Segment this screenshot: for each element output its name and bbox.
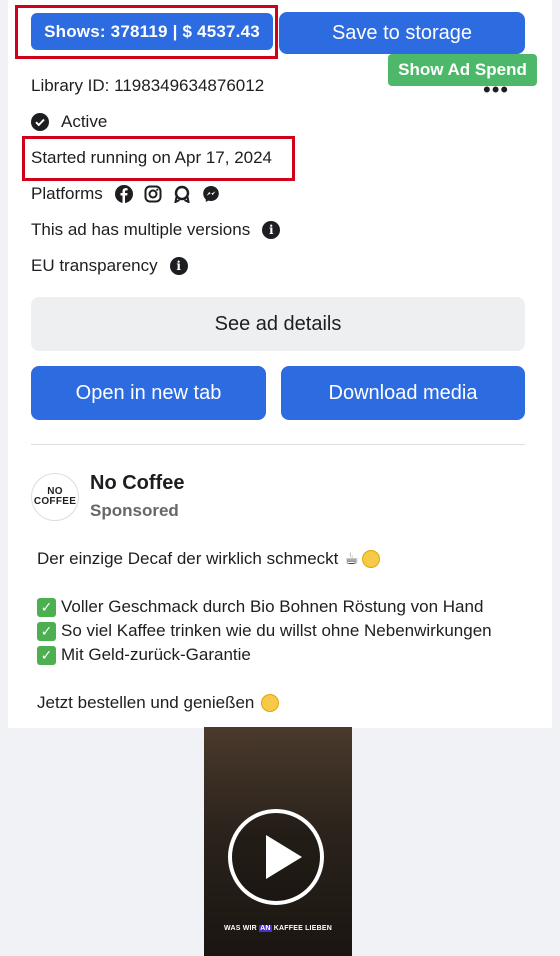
download-media-button[interactable]: Download media [281, 366, 525, 420]
versions-info-icon[interactable]: i [262, 221, 281, 239]
sponsored-label: Sponsored [90, 501, 179, 520]
check-mark-icon: ✓ [37, 597, 56, 617]
advertiser-name[interactable]: No Coffee [90, 472, 184, 495]
ad-bullet-text: So viel Kaffee trinken wie du willst ohn… [61, 621, 492, 640]
audience-network-icon [173, 185, 191, 203]
video-caption-highlight: AN [259, 925, 272, 932]
started-running: Started running on Apr 17, 2024 [31, 148, 273, 167]
status-row: Active [31, 112, 107, 132]
avatar[interactable]: NO COFFEE [31, 473, 79, 521]
eu-transparency-row: EU transparency i [31, 256, 188, 276]
ad-card [8, 0, 552, 728]
video-caption-part1: WAS WIR [224, 925, 260, 932]
video-caption-part2: KAFFEE LIEBEN [271, 925, 332, 932]
check-mark-icon: ✓ [37, 645, 56, 665]
eu-info-icon[interactable]: i [169, 257, 188, 275]
instagram-icon [144, 185, 162, 203]
ad-bullet: ✓ So viel Kaffee trinken wie du willst o… [37, 621, 492, 641]
coffee-cup-icon: ☕ [344, 551, 359, 568]
versions-row: This ad has multiple versions i [31, 220, 281, 240]
ad-bullet: ✓ Mit Geld-zurück-Garantie [37, 645, 251, 665]
avatar-text-bottom: COFFEE [33, 496, 77, 507]
check-mark-icon: ✓ [37, 621, 56, 641]
see-ad-details-button[interactable]: See ad details [31, 297, 525, 351]
smiley-icon [361, 550, 380, 568]
ad-text-line1: Der einzige Decaf der wirklich schmeckt … [37, 549, 380, 569]
play-button[interactable] [228, 809, 324, 905]
shows-spend-button[interactable]: Shows: 378119 | $ 4537.43 [31, 13, 273, 50]
video-caption: WAS WIR AN KAFFEE LIEBEN [204, 925, 352, 932]
save-to-storage-button[interactable]: Save to storage [279, 12, 525, 54]
ad-text-line1-label: Der einzige Decaf der wirklich schmeckt [37, 549, 339, 568]
show-ad-spend-button[interactable]: Show Ad Spend [388, 54, 537, 86]
platforms-row: Platforms [31, 184, 220, 204]
eu-transparency-label: EU transparency [31, 256, 158, 275]
ad-closing-text: Jetzt bestellen und genießen [37, 693, 255, 712]
play-icon [266, 835, 302, 879]
more-options-icon[interactable]: ••• [483, 79, 509, 101]
messenger-icon [202, 185, 220, 203]
library-id: Library ID: 1198349634876012 [31, 76, 265, 95]
active-check-icon [31, 113, 49, 131]
ad-bullet-text: Voller Geschmack durch Bio Bohnen Röstun… [61, 597, 484, 616]
versions-label: This ad has multiple versions [31, 220, 251, 239]
divider [31, 444, 525, 445]
smiley-icon [261, 694, 280, 712]
ad-video[interactable]: WAS WIR AN KAFFEE LIEBEN [204, 727, 352, 956]
status-label: Active [61, 112, 108, 131]
ad-bullet: ✓ Voller Geschmack durch Bio Bohnen Röst… [37, 597, 483, 617]
ad-closing-line: Jetzt bestellen und genießen [37, 693, 280, 713]
open-in-new-tab-button[interactable]: Open in new tab [31, 366, 266, 420]
facebook-icon [114, 185, 133, 203]
ad-bullet-text: Mit Geld-zurück-Garantie [61, 645, 251, 664]
platforms-label: Platforms [31, 184, 103, 203]
